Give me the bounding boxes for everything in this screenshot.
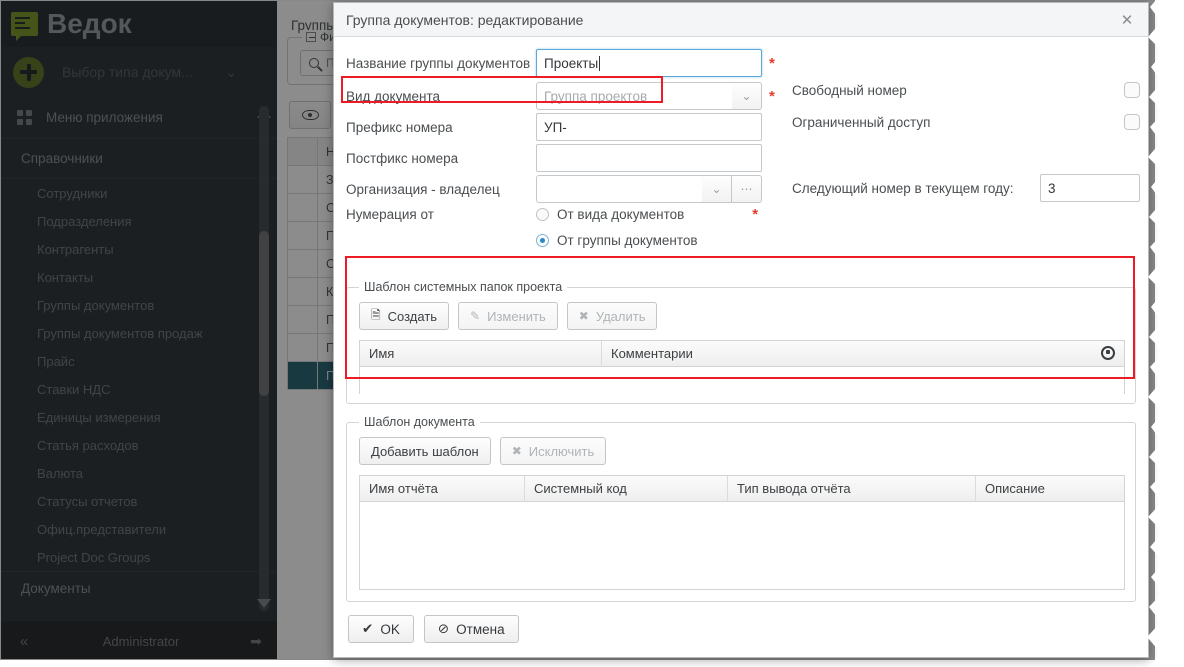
field-row-name: Название группы документов Проекты * — [346, 49, 786, 77]
gear-icon[interactable] — [1101, 346, 1115, 360]
exclude-template-label: Исключить — [529, 444, 595, 459]
document-template-grid-body — [360, 502, 1124, 532]
column-header-report-name[interactable]: Имя отчёта — [360, 476, 525, 502]
name-input-value: Проекты — [544, 56, 598, 71]
column-header-system-code[interactable]: Системный код — [525, 476, 728, 502]
required-marker: * — [769, 56, 775, 71]
project-folders-grid: Имя Комментарии — [359, 340, 1125, 394]
create-folder-button[interactable]: 🗎 Создать — [359, 302, 449, 330]
prefix-label: Префикс номера — [346, 120, 536, 135]
cross-icon: ✖ — [512, 444, 522, 458]
field-row-numbering: Нумерация от От вида документов * — [346, 207, 806, 222]
close-icon[interactable]: ✕ — [1116, 9, 1138, 31]
field-row-next-number: Следующий номер в текущем году: 3 — [792, 174, 1140, 202]
project-folders-fieldset: Шаблон системных папок проекта 🗎 Создать… — [346, 287, 1136, 404]
cross-icon: ✖ — [579, 309, 589, 323]
field-row-prefix: Префикс номера УП- — [346, 113, 786, 141]
create-folder-label: Создать — [388, 309, 437, 324]
restricted-access-label: Ограниченный доступ — [792, 115, 930, 130]
document-template-legend: Шаблон документа — [359, 415, 480, 429]
field-row-restricted-access[interactable]: Ограниченный доступ — [792, 114, 1140, 130]
doc-kind-input[interactable]: Группа проектов — [536, 82, 732, 110]
field-row-doc-kind: Вид документа Группа проектов ⌄ * — [346, 82, 816, 110]
organization-browse-button[interactable]: ⋯ — [732, 175, 762, 203]
project-folders-grid-header: Имя Комментарии — [360, 341, 1124, 367]
document-template-grid-header: Имя отчёта Системный код Тип вывода отчё… — [360, 476, 1124, 502]
column-header-folder-comments[interactable]: Комментарии — [602, 341, 1124, 367]
numbering-option-label: От вида документов — [557, 207, 684, 222]
field-row-free-number[interactable]: Свободный номер — [792, 82, 1140, 98]
numbering-option-label: От группы документов — [557, 233, 698, 248]
restricted-access-checkbox[interactable] — [1124, 114, 1140, 130]
free-number-checkbox[interactable] — [1124, 82, 1140, 98]
organization-input[interactable] — [536, 175, 702, 203]
required-marker: * — [752, 207, 758, 222]
dialog-body: Название группы документов Проекты * Вид… — [334, 37, 1148, 657]
field-row-postfix: Постфикс номера — [346, 144, 786, 172]
name-input[interactable]: Проекты — [536, 49, 762, 77]
next-number-value: 3 — [1048, 181, 1056, 196]
project-folders-toolbar: 🗎 Создать ✎ Изменить ✖ Удалить — [359, 302, 657, 330]
delete-folder-label: Удалить — [596, 309, 646, 324]
next-number-label: Следующий номер в текущем году: — [792, 181, 1040, 196]
edit-folder-label: Изменить — [487, 309, 546, 324]
dialog-header: Группа документов: редактирование ✕ — [334, 3, 1148, 37]
numbering-label: Нумерация от — [346, 207, 536, 222]
radio-icon[interactable] — [536, 208, 549, 221]
doc-kind-dropdown-button[interactable]: ⌄ — [732, 82, 762, 110]
exclude-template-button[interactable]: ✖ Исключить — [500, 437, 607, 465]
field-row-organization: Организация - владелец ⌄ ⋯ — [346, 175, 816, 203]
column-header-output-type[interactable]: Тип вывода отчёта — [728, 476, 976, 502]
ok-label: OK — [380, 622, 400, 637]
prefix-input[interactable]: УП- — [536, 113, 762, 141]
delete-folder-button[interactable]: ✖ Удалить — [567, 302, 658, 330]
check-icon: ✔ — [362, 621, 373, 637]
edit-folder-button[interactable]: ✎ Изменить — [458, 302, 558, 330]
pencil-icon: ✎ — [470, 309, 480, 323]
document-template-grid: Имя отчёта Системный код Тип вывода отчё… — [359, 475, 1125, 590]
project-folders-legend: Шаблон системных папок проекта — [359, 280, 567, 294]
document-template-toolbar: Добавить шаблон ✖ Исключить — [359, 437, 606, 465]
numbering-option-0[interactable]: От вида документов — [536, 207, 684, 222]
ban-icon: ⊘ — [438, 621, 449, 637]
prefix-input-value: УП- — [544, 120, 567, 135]
dialog-footer: ✔ OK ⊘ Отмена — [348, 615, 519, 643]
doc-kind-placeholder: Группа проектов — [544, 89, 647, 104]
document-icon: 🗎 — [371, 306, 381, 327]
ellipsis-icon: ⋯ — [741, 182, 753, 196]
column-header-folder-name[interactable]: Имя — [360, 341, 602, 367]
cancel-button[interactable]: ⊘ Отмена — [424, 615, 519, 643]
add-template-label: Добавить шаблон — [371, 444, 479, 459]
chevron-down-icon: ⌄ — [711, 182, 721, 196]
numbering-option-1[interactable]: От группы документов — [536, 233, 816, 248]
next-number-input[interactable]: 3 — [1040, 174, 1140, 202]
dialog-title: Группа документов: редактирование — [346, 12, 1116, 28]
document-template-fieldset: Шаблон документа Добавить шаблон ✖ Исклю… — [346, 422, 1136, 602]
edit-document-group-dialog: Группа документов: редактирование ✕ Назв… — [333, 2, 1149, 658]
organization-label: Организация - владелец — [346, 182, 536, 197]
required-marker: * — [769, 89, 775, 104]
free-number-label: Свободный номер — [792, 83, 907, 98]
project-folders-grid-body — [360, 367, 1124, 397]
add-template-button[interactable]: Добавить шаблон — [359, 437, 491, 465]
cancel-label: Отмена — [456, 622, 504, 637]
screen-root: Ведок Выбор типа докум... ⌄ Меню приложе… — [0, 0, 1184, 667]
name-label: Название группы документов — [346, 56, 536, 71]
ok-button[interactable]: ✔ OK — [348, 615, 414, 643]
doc-kind-label: Вид документа — [346, 89, 536, 104]
postfix-label: Постфикс номера — [346, 151, 536, 166]
organization-dropdown-button[interactable]: ⌄ — [702, 175, 732, 203]
radio-selected-icon[interactable] — [536, 234, 549, 247]
postfix-input[interactable] — [536, 144, 762, 172]
column-header-description[interactable]: Описание — [976, 476, 1124, 502]
chevron-down-icon: ⌄ — [741, 89, 751, 103]
